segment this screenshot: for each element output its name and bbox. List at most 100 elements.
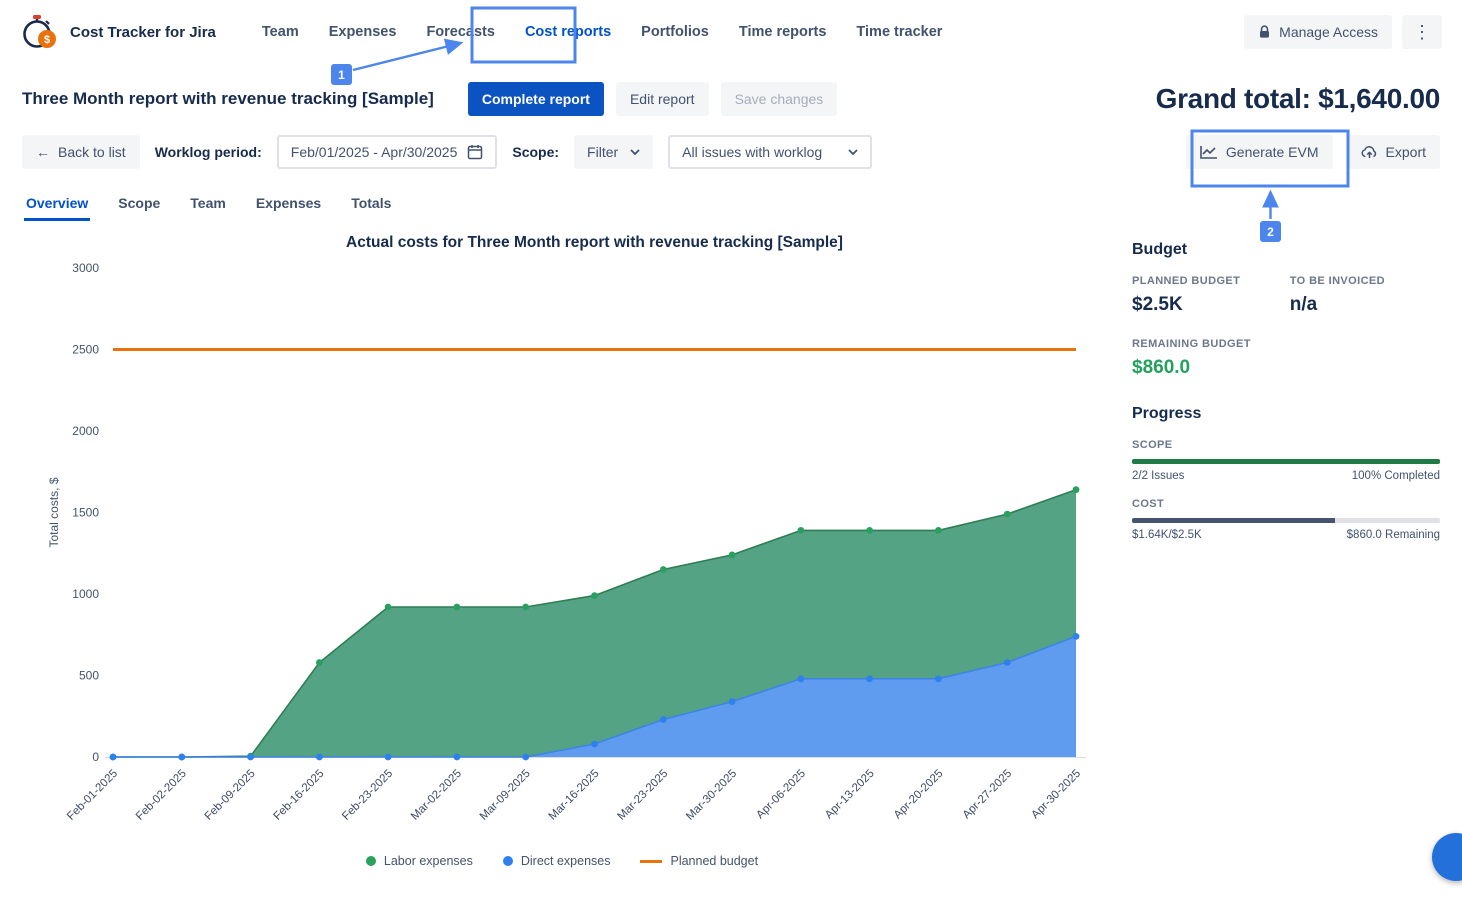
tab-totals[interactable]: Totals (349, 191, 393, 221)
planned-budget-value: $2.5K (1132, 294, 1290, 316)
svg-text:500: 500 (79, 669, 99, 683)
chevron-down-icon (630, 149, 640, 155)
cost-progress-right: $860.0 Remaining (1347, 529, 1440, 541)
cloud-export-icon (1361, 145, 1378, 159)
tab-scope[interactable]: Scope (116, 191, 162, 221)
generate-evm-button[interactable]: Generate EVM (1186, 135, 1333, 169)
scope-progress-fill (1132, 459, 1440, 464)
budget-title: Budget (1132, 241, 1440, 259)
filter-select-value: Filter (587, 144, 618, 160)
manage-access-button[interactable]: Manage Access (1244, 15, 1392, 49)
remaining-budget-value: $860.0 (1132, 357, 1290, 379)
worklog-period-input[interactable]: Feb/01/2025 - Apr/30/2025 (277, 135, 498, 169)
back-arrow-icon: ← (36, 144, 50, 160)
nav-item-portfolios[interactable]: Portfolios (641, 24, 709, 40)
chart-area: Actual costs for Three Month report with… (8, 225, 1116, 868)
labor-expenses-swatch (366, 856, 376, 866)
legend-label: Labor expenses (384, 854, 473, 868)
legend-item-planned-budget[interactable]: Planned budget (640, 854, 758, 868)
svg-text:0: 0 (92, 750, 99, 764)
svg-text:Mar-16-2025: Mar-16-2025 (547, 768, 602, 823)
nav-item-time-reports[interactable]: Time reports (739, 24, 827, 40)
svg-text:1500: 1500 (72, 506, 99, 520)
grand-total: Grand total: $1,640.00 (1156, 83, 1440, 115)
back-to-list-label: Back to list (58, 144, 126, 160)
nav-item-cost-reports[interactable]: Cost reports (525, 24, 611, 40)
filter-select[interactable]: Filter (574, 135, 653, 169)
svg-text:Mar-09-2025: Mar-09-2025 (478, 768, 533, 823)
lock-icon (1258, 25, 1271, 39)
app-title: Cost Tracker for Jira (70, 24, 216, 41)
svg-text:Apr-30-2025: Apr-30-2025 (1029, 768, 1083, 822)
cost-progress-label: COST (1132, 498, 1440, 510)
issues-scope-value: All issues with worklog (682, 144, 822, 160)
report-title-row: Three Month report with revenue tracking… (0, 64, 1462, 122)
header-actions: Manage Access ⋮ (1244, 15, 1442, 49)
scope-progress-bar (1132, 459, 1440, 464)
tab-team[interactable]: Team (188, 191, 228, 221)
cost-progress-fill (1132, 518, 1335, 523)
svg-text:Apr-06-2025: Apr-06-2025 (754, 768, 808, 822)
svg-text:Feb-01-2025: Feb-01-2025 (65, 768, 120, 823)
main-nav: Team Expenses Forecasts Cost reports Portfol… (262, 24, 943, 40)
back-to-list-button[interactable]: ← Back to list (22, 135, 140, 169)
stopwatch-logo-icon: $ (20, 14, 60, 50)
generate-evm-label: Generate EVM (1226, 144, 1319, 160)
report-tabs: Overview Scope Team Expenses Totals (0, 177, 1462, 221)
kebab-icon: ⋮ (1413, 23, 1431, 41)
scope-progress-label: SCOPE (1132, 439, 1440, 451)
legend-label: Planned budget (670, 854, 758, 868)
cost-chart-svg: Actual costs for Three Month report with… (8, 225, 1113, 851)
top-bar: $ Cost Tracker for Jira Team Expenses Fore… (0, 0, 1462, 64)
svg-text:2500: 2500 (72, 343, 99, 357)
kebab-menu-button[interactable]: ⋮ (1402, 15, 1442, 49)
edit-report-button[interactable]: Edit report (616, 82, 709, 116)
tab-overview[interactable]: Overview (24, 191, 90, 221)
remaining-budget-label: REMAINING BUDGET (1132, 338, 1290, 350)
chevron-down-icon (848, 149, 858, 155)
svg-text:Feb-23-2025: Feb-23-2025 (340, 768, 395, 823)
nav-item-team[interactable]: Team (262, 24, 299, 40)
main-content: Actual costs for Three Month report with… (0, 221, 1462, 868)
svg-text:1000: 1000 (72, 587, 99, 601)
to-be-invoiced-label: TO BE INVOICED (1290, 275, 1440, 287)
remaining-budget: REMAINING BUDGET $860.0 (1132, 338, 1290, 379)
scope-label: Scope: (512, 144, 559, 160)
cost-progress-left: $1.64K/$2.5K (1132, 529, 1202, 541)
svg-text:2000: 2000 (72, 424, 99, 438)
save-changes-button[interactable]: Save changes (721, 82, 838, 116)
toolbar-right: Generate EVM Export (1186, 135, 1440, 169)
planned-budget-swatch (640, 860, 662, 863)
direct-expenses-swatch (503, 856, 513, 866)
svg-text:Mar-30-2025: Mar-30-2025 (684, 768, 739, 823)
svg-text:Apr-20-2025: Apr-20-2025 (892, 768, 946, 822)
nav-item-time-tracker[interactable]: Time tracker (856, 24, 942, 40)
legend-label: Direct expenses (521, 854, 611, 868)
to-be-invoiced: TO BE INVOICED n/a (1290, 275, 1440, 316)
legend-item-direct-expenses[interactable]: Direct expenses (503, 854, 611, 868)
report-actions: Complete report Edit report Save changes (468, 82, 837, 116)
scope-progress: SCOPE 2/2 Issues 100% Completed (1132, 439, 1440, 482)
manage-access-label: Manage Access (1279, 24, 1378, 40)
nav-item-forecasts[interactable]: Forecasts (426, 24, 495, 40)
svg-text:Feb-02-2025: Feb-02-2025 (134, 768, 189, 823)
report-toolbar: ← Back to list Worklog period: Feb/01/20… (0, 122, 1462, 177)
planned-budget: PLANNED BUDGET $2.5K (1132, 275, 1290, 316)
nav-item-expenses[interactable]: Expenses (329, 24, 397, 40)
calendar-icon (467, 144, 483, 160)
svg-text:Total costs, $: Total costs, $ (47, 477, 61, 547)
legend-item-labor-expenses[interactable]: Labor expenses (366, 854, 473, 868)
complete-report-button[interactable]: Complete report (468, 82, 604, 116)
svg-text:3000: 3000 (72, 261, 99, 275)
export-label: Export (1386, 144, 1426, 160)
cost-progress-bar (1132, 518, 1440, 523)
svg-text:Apr-13-2025: Apr-13-2025 (823, 768, 877, 822)
tab-expenses[interactable]: Expenses (254, 191, 323, 221)
export-button[interactable]: Export (1347, 135, 1440, 169)
chart-line-icon (1200, 145, 1218, 159)
svg-text:Feb-16-2025: Feb-16-2025 (271, 768, 326, 823)
svg-text:$: $ (44, 34, 50, 46)
scope-progress-left: 2/2 Issues (1132, 470, 1184, 482)
scope-progress-right: 100% Completed (1352, 470, 1440, 482)
issues-scope-select[interactable]: All issues with worklog (668, 135, 872, 169)
